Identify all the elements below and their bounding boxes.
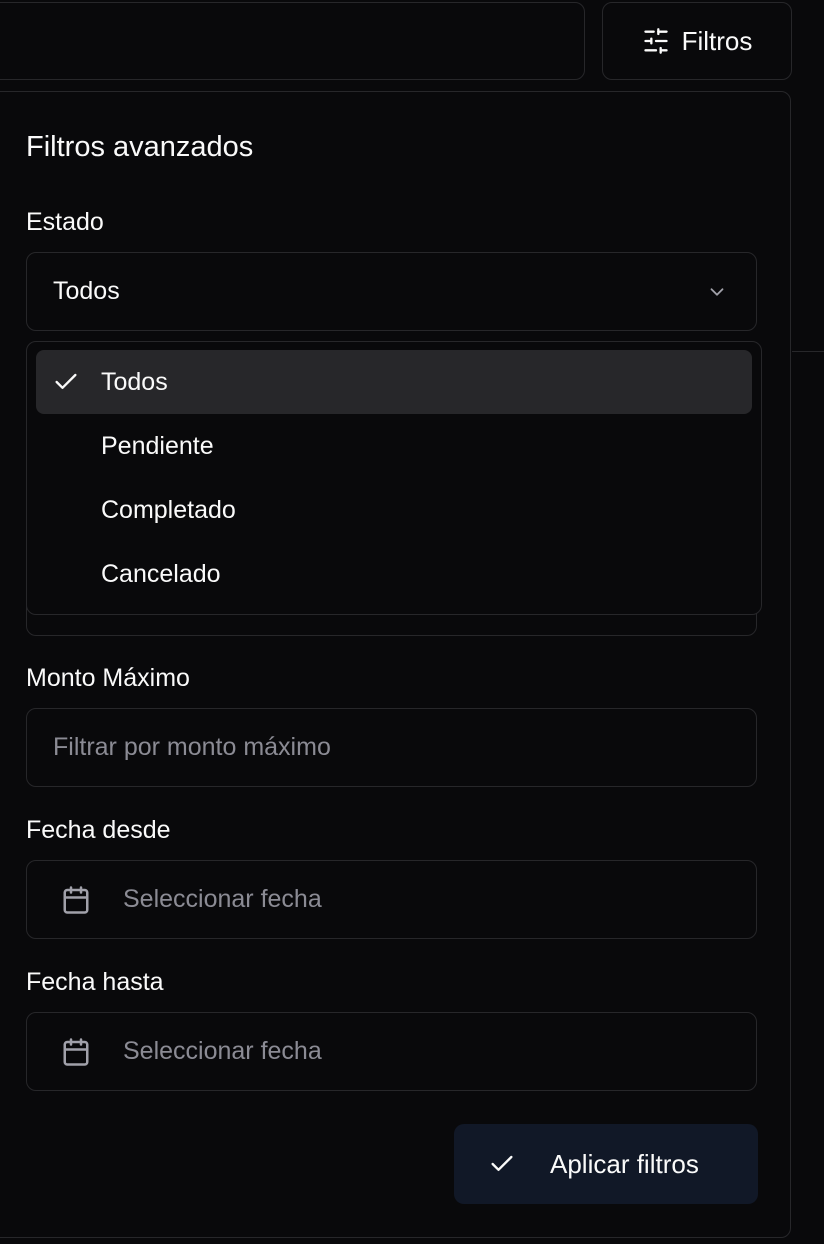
search-input[interactable] bbox=[0, 2, 585, 80]
option-label: Todos bbox=[101, 367, 168, 396]
option-label: Cancelado bbox=[101, 559, 221, 588]
filters-button-label: Filtros bbox=[681, 25, 753, 56]
monto-maximo-placeholder: Filtrar por monto máximo bbox=[53, 733, 331, 761]
fecha-desde-label: Fecha desde bbox=[26, 816, 171, 844]
calendar-icon bbox=[63, 885, 89, 914]
fecha-hasta-label: Fecha hasta bbox=[26, 968, 164, 996]
apply-filters-label: Aplicar filtros bbox=[550, 1148, 699, 1179]
option-label: Pendiente bbox=[101, 431, 214, 460]
estado-label: Estado bbox=[26, 208, 104, 236]
chevron-down-icon bbox=[710, 288, 724, 296]
panel-title: Filtros avanzados bbox=[26, 131, 254, 163]
estado-option-todos[interactable]: Todos bbox=[36, 350, 752, 414]
estado-option-pendiente[interactable]: Pendiente bbox=[36, 414, 752, 478]
estado-select[interactable]: Todos bbox=[26, 252, 757, 331]
estado-dropdown: Todos Pendiente Completado Cancelado bbox=[26, 341, 762, 615]
check-icon bbox=[491, 1155, 513, 1171]
check-icon bbox=[55, 373, 77, 389]
divider bbox=[792, 351, 824, 352]
monto-maximo-input[interactable]: Filtrar por monto máximo bbox=[26, 708, 757, 787]
fecha-hasta-picker[interactable]: Seleccionar fecha bbox=[26, 1012, 757, 1091]
fecha-desde-placeholder: Seleccionar fecha bbox=[123, 885, 322, 913]
estado-option-completado[interactable]: Completado bbox=[36, 478, 752, 542]
filters-button[interactable]: Filtros bbox=[602, 2, 792, 80]
calendar-icon bbox=[63, 1037, 89, 1066]
apply-filters-button[interactable]: Aplicar filtros bbox=[454, 1124, 758, 1204]
monto-maximo-label: Monto Máximo bbox=[26, 664, 190, 692]
estado-option-cancelado[interactable]: Cancelado bbox=[36, 542, 752, 606]
sliders-horizontal-icon bbox=[643, 28, 668, 54]
option-label: Completado bbox=[101, 495, 236, 524]
estado-selected-value: Todos bbox=[53, 277, 120, 305]
fecha-hasta-placeholder: Seleccionar fecha bbox=[123, 1037, 322, 1065]
fecha-desde-picker[interactable]: Seleccionar fecha bbox=[26, 860, 757, 939]
